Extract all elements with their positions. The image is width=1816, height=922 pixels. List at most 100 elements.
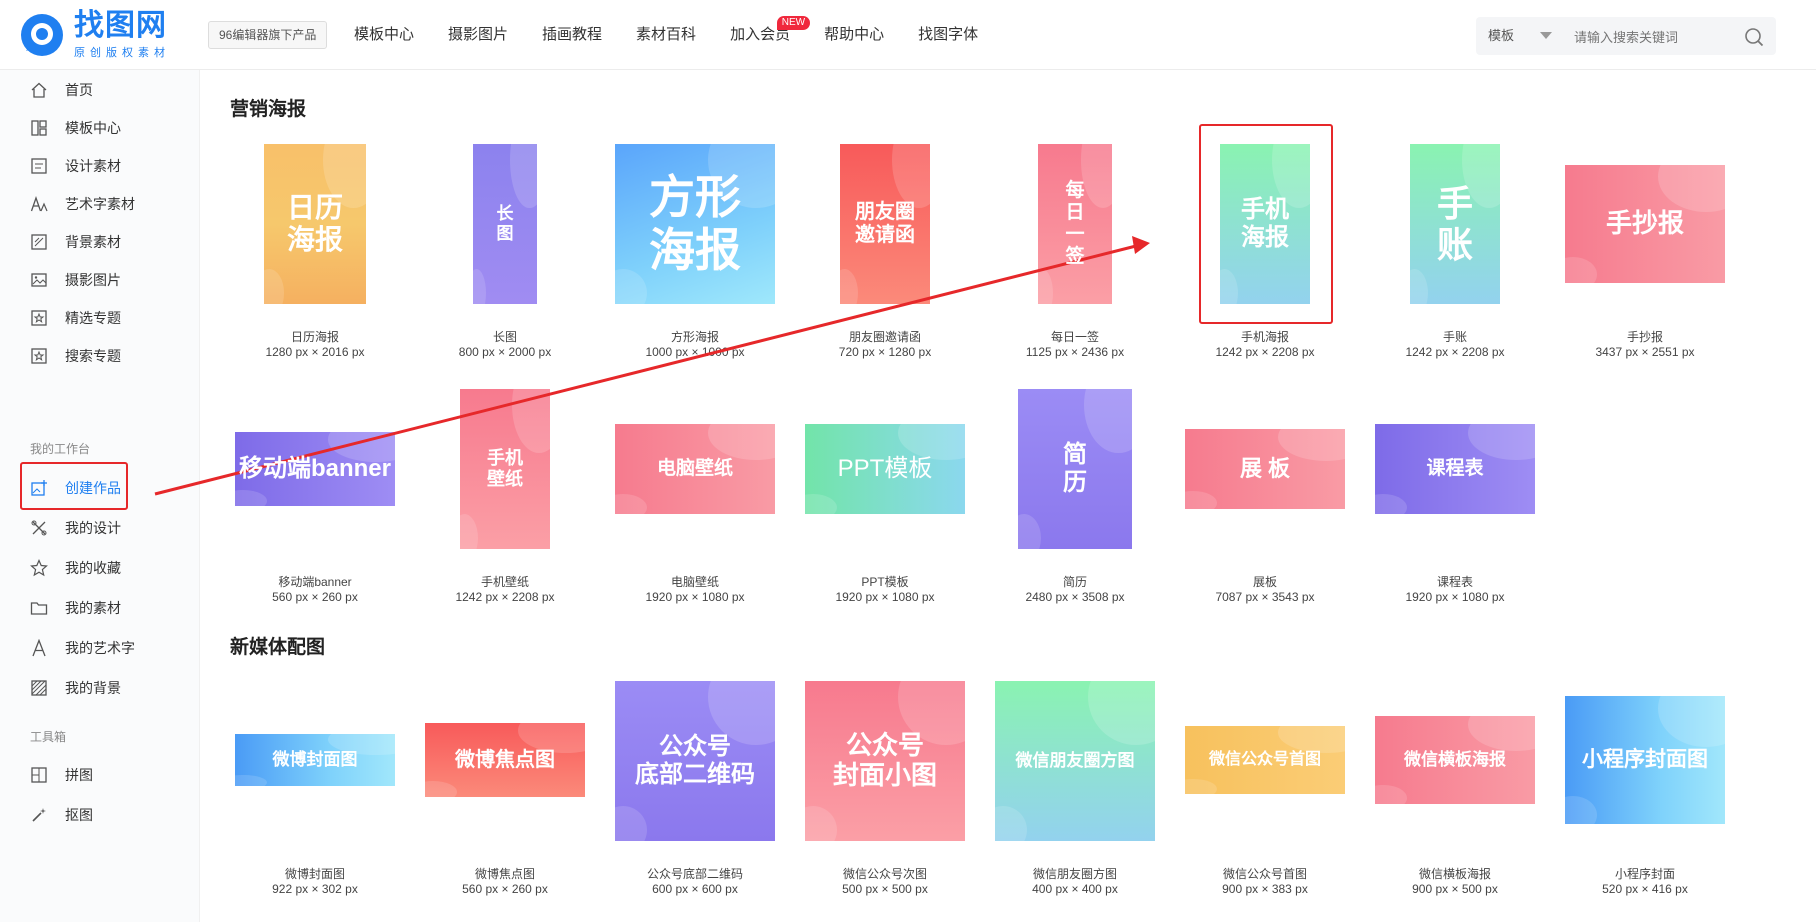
sidebar-item-label: 我的背景	[65, 680, 121, 696]
template-card[interactable]: 微信横板海报 微信横板海报 900 px × 500 px	[1360, 678, 1550, 908]
sidebar-item-my-materials[interactable]: 我的素材	[0, 588, 200, 628]
template-thumbnail: 移动端banner	[235, 432, 395, 506]
sidebar-item-photo[interactable]: 摄影图片	[0, 260, 200, 300]
template-card[interactable]: 电脑壁纸 电脑壁纸 1920 px × 1080 px	[600, 385, 790, 615]
template-card[interactable]: 小程序封面图 小程序封面 520 px × 416 px	[1550, 678, 1740, 908]
template-size: 520 px × 416 px	[1602, 882, 1688, 896]
thumbnail-text: 微信朋友圈方图	[1015, 751, 1135, 771]
template-card[interactable]: 课程表 课程表 1920 px × 1080 px	[1360, 385, 1550, 615]
background-icon	[31, 234, 47, 250]
template-size: 400 px × 400 px	[1032, 882, 1118, 896]
sidebar-item-home[interactable]: 首页	[0, 70, 200, 110]
template-thumbnail: 课程表	[1375, 424, 1535, 514]
template-size: 1000 px × 1000 px	[645, 345, 745, 359]
site-logo[interactable]: 找图网 原创版权素材	[18, 10, 170, 60]
sidebar-item-background[interactable]: 背景素材	[0, 222, 200, 262]
template-name: 每日一签	[1050, 330, 1099, 344]
template-card[interactable]: 公众号 底部二维码 公众号底部二维码 600 px × 600 px	[600, 678, 790, 908]
template-thumbnail: 日历 海报	[264, 144, 366, 304]
thumbnail-text: 手机 壁纸	[487, 448, 523, 489]
template-thumbnail: 手抄报	[1565, 165, 1725, 283]
thumbnail-text: 微信横板海报	[1404, 750, 1506, 770]
thumbnail-text: 展 板	[1239, 456, 1291, 482]
sidebar-item-label: 设计素材	[65, 158, 121, 174]
product-tag[interactable]: 96编辑器旗下产品	[208, 21, 328, 49]
nav-material-wiki[interactable]: 素材百科	[636, 0, 696, 70]
star-box-icon	[31, 348, 47, 364]
template-size: 1125 px × 2436 px	[1025, 345, 1125, 359]
sidebar-item-my-design[interactable]: 我的设计	[0, 508, 200, 548]
design-material-icon	[31, 158, 47, 174]
template-card[interactable]: 长 图 长图 800 px × 2000 px	[410, 140, 600, 370]
template-name: 移动端banner	[278, 575, 352, 589]
template-card[interactable]: 手抄报 手抄报 3437 px × 2551 px	[1550, 140, 1740, 370]
nav-photography[interactable]: 摄影图片	[448, 0, 508, 70]
sidebar-item-label: 精选专题	[65, 310, 121, 326]
template-thumbnail: 公众号 封面小图	[805, 681, 965, 841]
template-card[interactable]: 公众号 封面小图 微信公众号次图 500 px × 500 px	[790, 678, 980, 908]
template-size: 500 px × 500 px	[842, 882, 928, 896]
photo-icon	[31, 273, 47, 287]
template-name: 微信公众号首图	[1222, 867, 1307, 881]
template-card[interactable]: 移动端banner 移动端banner 560 px × 260 px	[220, 385, 410, 615]
template-size: 600 px × 600 px	[652, 882, 738, 896]
search-input[interactable]	[1572, 23, 1736, 51]
sidebar-item-search-topics[interactable]: 搜索专题	[0, 336, 200, 376]
search-type-select[interactable]: 模板	[1488, 17, 1514, 55]
thumbnail-text: PPT模板	[837, 455, 933, 483]
template-card[interactable]: 方形 海报 方形海报 1000 px × 1000 px	[600, 140, 790, 370]
template-card[interactable]: 简 历 简历 2480 px × 3508 px	[980, 385, 1170, 615]
sidebar-item-template-center[interactable]: 模板中心	[0, 108, 200, 148]
sidebar-item-cutout[interactable]: 抠图	[0, 795, 200, 835]
workspace-group-title: 我的工作台	[30, 442, 91, 456]
sidebar-item-my-favorites[interactable]: 我的收藏	[0, 548, 200, 588]
new-badge: NEW	[776, 16, 811, 30]
template-thumbnail: 电脑壁纸	[615, 424, 775, 514]
section-title-marketing-poster: 营销海报	[230, 99, 307, 120]
sidebar-item-featured-topics[interactable]: 精选专题	[0, 298, 200, 338]
template-card[interactable]: 每 日 一 签 每日一签 1125 px × 2436 px	[980, 140, 1170, 370]
thumbnail-text: 公众号 底部二维码	[635, 733, 755, 788]
template-size: 1280 px × 2016 px	[265, 345, 365, 359]
thumbnail-text: 手机 海报	[1241, 196, 1289, 251]
nav-help-center[interactable]: 帮助中心	[824, 0, 884, 70]
template-thumbnail: PPT模板	[805, 424, 965, 514]
template-card[interactable]: PPT模板 PPT模板 1920 px × 1080 px	[790, 385, 980, 615]
sidebar-item-my-background[interactable]: 我的背景	[0, 668, 200, 708]
template-card[interactable]: 日历 海报 日历海报 1280 px × 2016 px	[220, 140, 410, 370]
template-name: 展板	[1252, 575, 1277, 589]
nav-fonts[interactable]: 找图字体	[918, 0, 978, 70]
sidebar-item-art-text[interactable]: 艺术字素材	[0, 184, 200, 224]
template-card[interactable]: 微信朋友圈方图 微信朋友圈方图 400 px × 400 px	[980, 678, 1170, 908]
template-name: 长图	[492, 330, 517, 344]
sidebar-item-collage[interactable]: 拼图	[0, 755, 200, 795]
template-card[interactable]: 手 账 手账 1242 px × 2208 px	[1360, 140, 1550, 370]
template-size: 2480 px × 3508 px	[1025, 590, 1125, 604]
template-card[interactable]: 微信公众号首图 微信公众号首图 900 px × 383 px	[1170, 678, 1360, 908]
sidebar-item-design-material[interactable]: 设计素材	[0, 146, 200, 186]
template-card[interactable]: 手机 壁纸 手机壁纸 1242 px × 2208 px	[410, 385, 600, 615]
template-size: 1242 px × 2208 px	[455, 590, 555, 604]
template-size: 900 px × 500 px	[1412, 882, 1498, 896]
template-card[interactable]: 微博焦点图 微博焦点图 560 px × 260 px	[410, 678, 600, 908]
chevron-down-icon[interactable]	[1540, 32, 1552, 39]
section-title-new-media: 新媒体配图	[230, 637, 326, 658]
template-name: 朋友圈邀请函	[848, 330, 921, 344]
template-name: 微博焦点图	[474, 867, 535, 881]
template-card[interactable]: 朋友圈 邀请函 朋友圈邀请函 720 px × 1280 px	[790, 140, 980, 370]
thumbnail-text: 方形 海报	[649, 171, 741, 276]
nav-join-member[interactable]: 加入会员 NEW	[730, 0, 811, 70]
template-thumbnail: 简 历	[1018, 389, 1132, 549]
template-size: 1242 px × 2208 px	[1215, 345, 1315, 359]
sidebar-item-my-art-text[interactable]: 我的艺术字	[0, 628, 200, 668]
home-icon	[31, 82, 47, 98]
letter-a-icon	[32, 639, 46, 657]
nav-illustration-tutorial[interactable]: 插画教程	[542, 0, 602, 70]
template-card[interactable]: 微博封面图 微博封面图 922 px × 302 px	[220, 678, 410, 908]
template-size: 1920 px × 1080 px	[1405, 590, 1505, 604]
search-icon[interactable]	[1744, 27, 1764, 47]
template-name: 方形海报	[670, 330, 719, 344]
nav-template-center[interactable]: 模板中心	[354, 0, 414, 70]
sidebar-item-label: 拼图	[65, 767, 93, 783]
template-card[interactable]: 展 板 展板 7087 px × 3543 px	[1170, 385, 1360, 615]
